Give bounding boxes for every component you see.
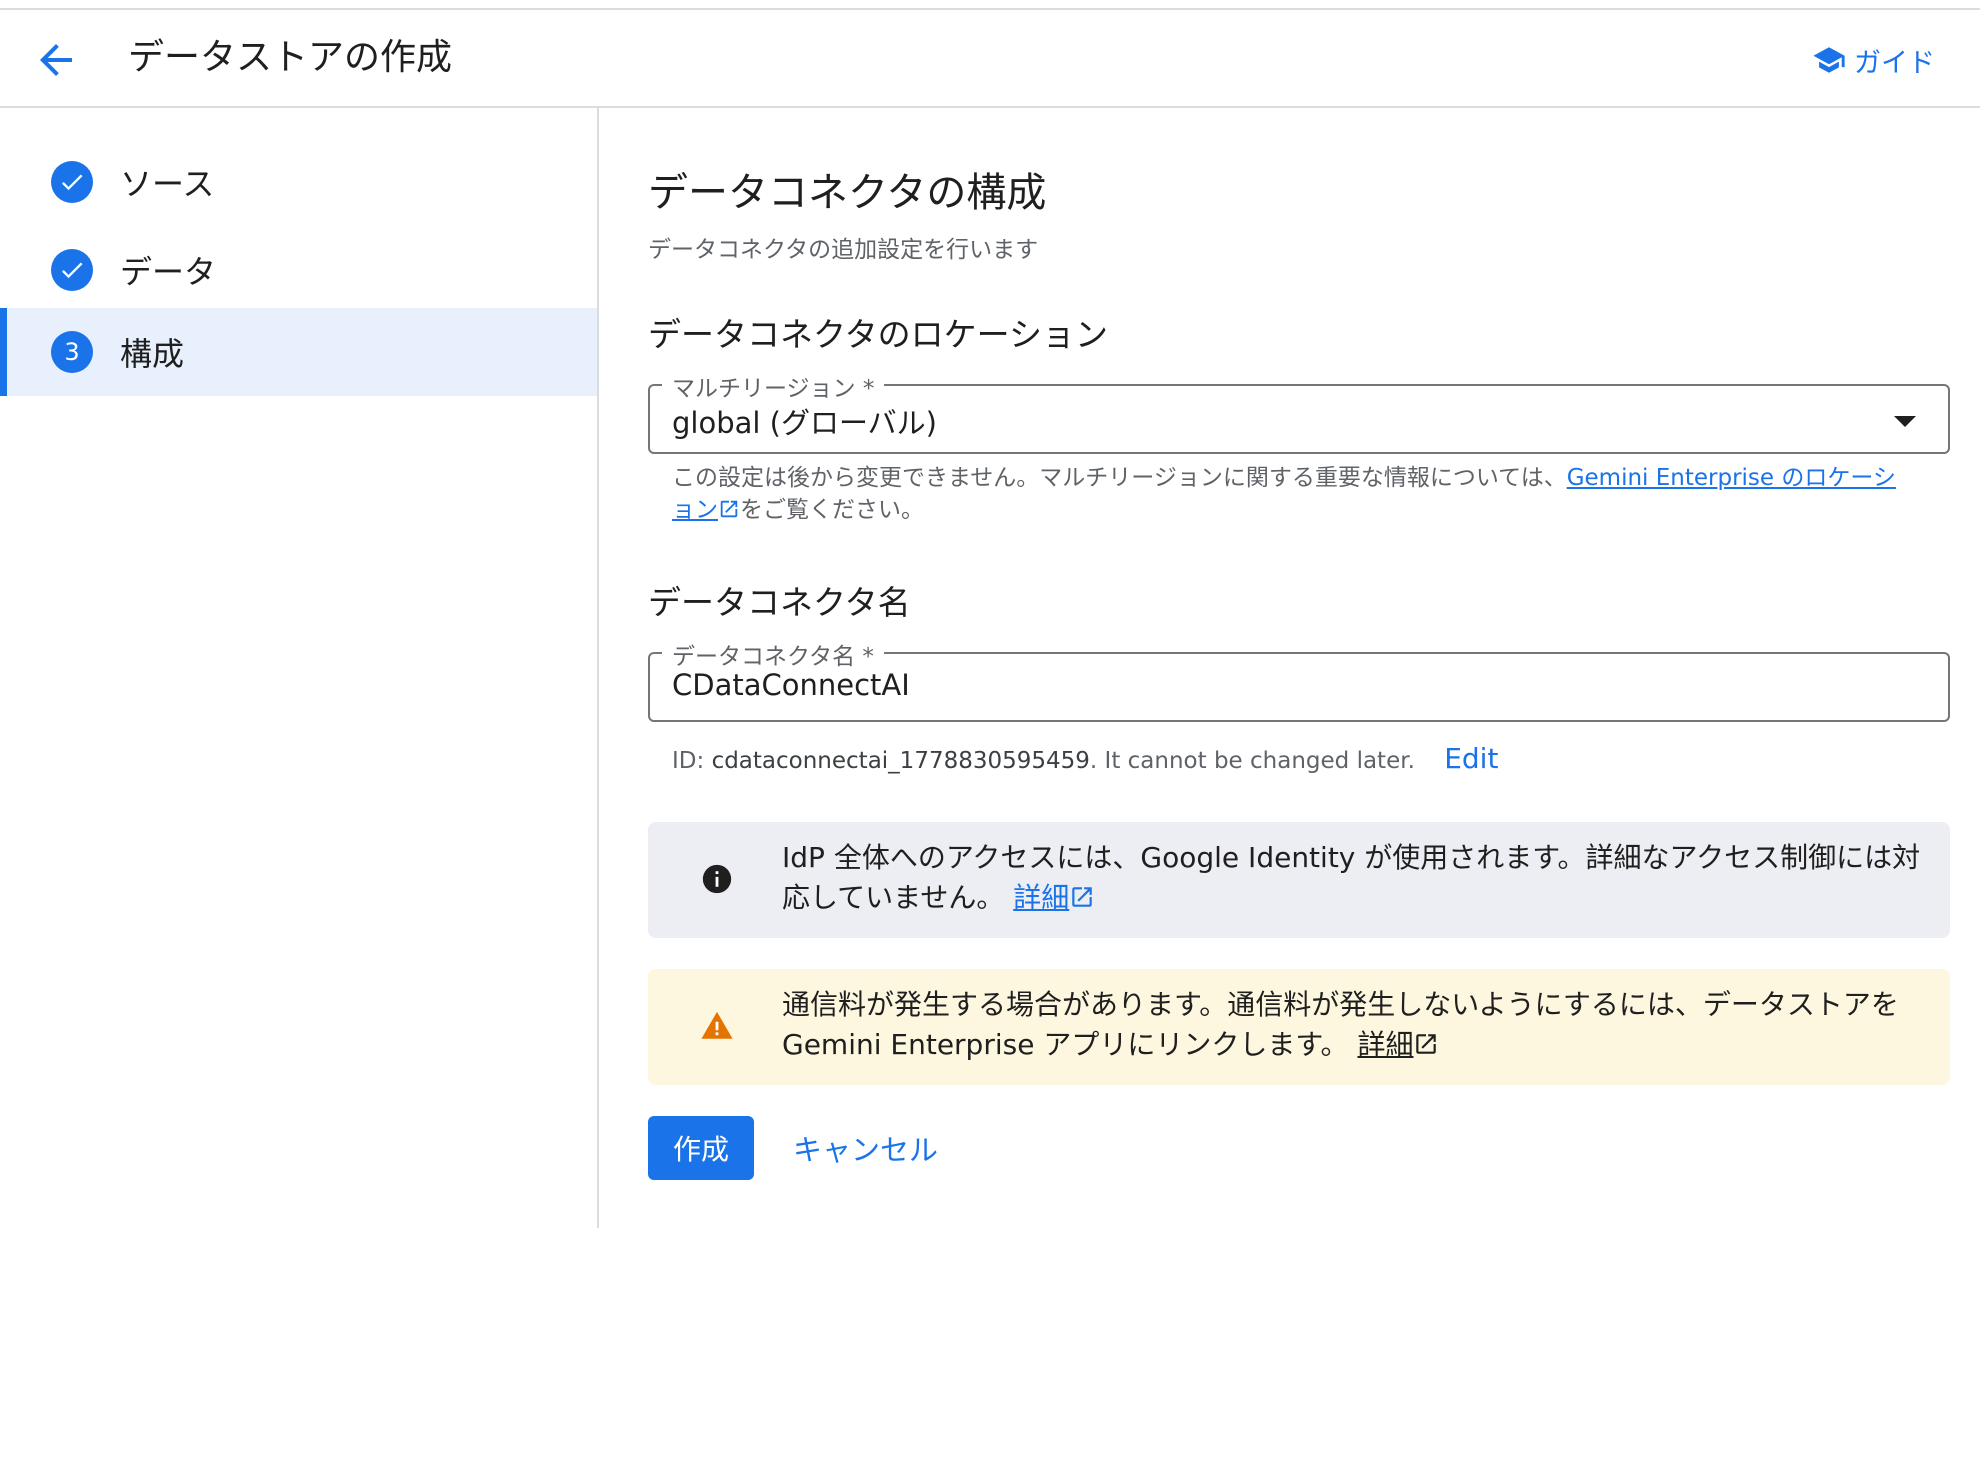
multiregion-label: マルチリージョン * [662,369,885,403]
connector-id-value: cdataconnectai_1778830595459 [711,748,1090,774]
id-prefix: ID: [672,748,712,774]
section-subtitle: データコネクタの追加設定を行います [648,237,1039,263]
name-heading: データコネクタ名 [648,583,911,622]
page-title: データストアの作成 [128,37,453,78]
step-source[interactable]: ソース [0,138,597,226]
info-icon [702,864,732,894]
info-notice-message: IdP 全体へのアクセスには、Google Identity が使用されます。詳… [782,841,1921,914]
warning-learn-more-text: 詳細 [1357,1028,1414,1061]
step-data[interactable]: データ [0,226,597,314]
warning-notice: 通信料が発生する場合があります。通信料が発生しないようにするには、データストアを… [648,969,1950,1085]
cancel-button[interactable]: キャンセル [793,1116,938,1180]
school-cap-icon [1813,47,1845,73]
check-circle-icon [51,249,93,291]
info-notice: IdP 全体へのアクセスには、Google Identity が使用されます。詳… [648,822,1950,938]
guide-label: ガイド [1854,47,1935,79]
step-number-badge: 3 [51,331,93,373]
open-in-new-icon [720,500,738,518]
location-hint-suffix: をご覧ください。 [740,497,924,523]
step-label: ソース [120,165,215,203]
step-config[interactable]: 3 構成 [0,308,597,396]
open-in-new-icon [1072,887,1092,907]
connector-id-line: ID: cdataconnectai_1778830595459. It can… [672,742,1498,775]
page-header: データストアの作成 ガイド [0,10,1980,108]
connector-name-label: データコネクタ名 * [662,637,884,671]
section-title: データコネクタの構成 [648,170,1047,216]
connector-name-value: CDataConnectAI [672,668,910,702]
back-button[interactable] [32,36,80,84]
step-label: 構成 [120,335,185,373]
info-learn-more-link[interactable]: 詳細 [1013,881,1095,914]
location-hint-text: この設定は後から変更できません。マルチリージョンに関する重要な情報については、 [672,465,1567,491]
multiregion-select[interactable]: マルチリージョン * global (グローバル) [648,369,1950,454]
warning-icon [701,1011,733,1039]
info-notice-text: IdP 全体へのアクセスには、Google Identity が使用されます。詳… [782,838,1922,918]
arrow-left-icon [40,44,72,76]
dropdown-arrow-icon [1894,416,1916,427]
guide-button[interactable]: ガイド [1812,38,1935,82]
warning-notice-text: 通信料が発生する場合があります。通信料が発生しないようにするには、データストアを… [782,985,1922,1065]
open-in-new-icon [1416,1034,1437,1054]
connector-name-input[interactable]: データコネクタ名 * CDataConnectAI [648,637,1950,722]
create-button[interactable]: 作成 [648,1116,754,1180]
check-circle-icon [51,161,93,203]
location-heading: データコネクタのロケーション [648,315,1109,354]
id-suffix: . It cannot be changed later. [1089,748,1415,774]
location-hint: この設定は後から変更できません。マルチリージョンに関する重要な情報については、G… [672,462,1912,526]
edit-id-button[interactable]: Edit [1444,742,1498,775]
warning-learn-more-link[interactable]: 詳細 [1357,1028,1439,1061]
step-label: データ [120,253,217,291]
multiregion-value: global (グローバル) [672,406,938,440]
warning-notice-message: 通信料が発生する場合があります。通信料が発生しないようにするには、データストアを… [782,988,1899,1061]
stepper-sidebar: ソース データ 3 構成 [0,108,599,1228]
info-learn-more-text: 詳細 [1013,881,1070,914]
